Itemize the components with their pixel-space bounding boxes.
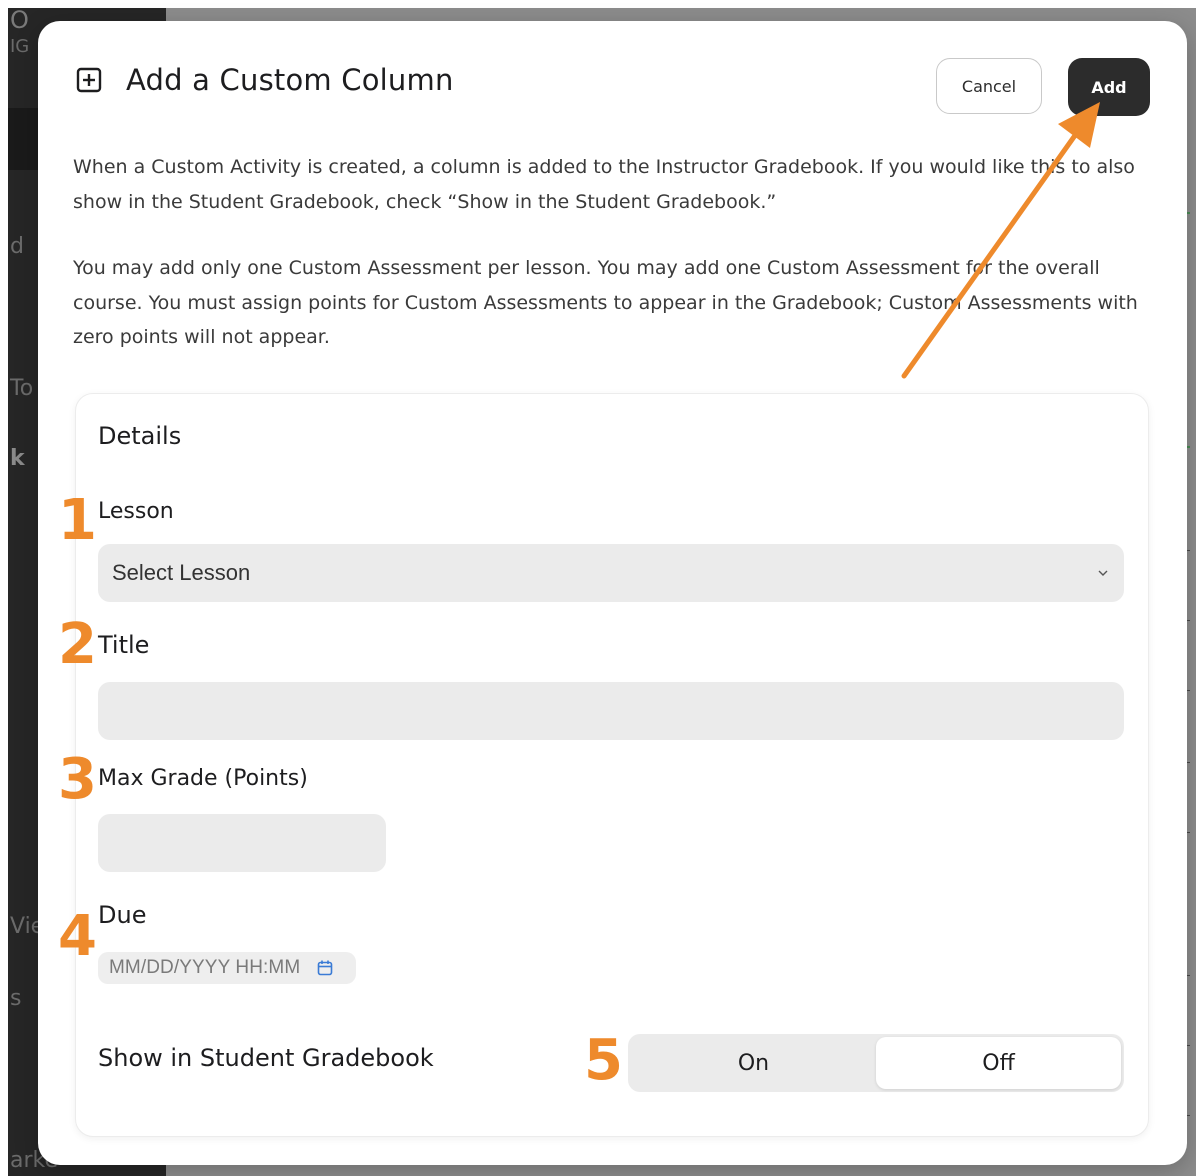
description-paragraph: When a Custom Activity is created, a col… xyxy=(73,156,1135,213)
annotation-number: 4 xyxy=(58,904,97,969)
annotation-number: 2 xyxy=(58,612,97,677)
annotation-number: 1 xyxy=(58,488,97,553)
description-paragraph: You may add only one Custom Assessment p… xyxy=(73,257,1138,348)
due-label: Due xyxy=(98,901,147,929)
background-sidebar-item: s xyxy=(10,986,22,1011)
background-sidebar-item: d xyxy=(10,234,24,259)
details-card: Details Lesson Select Lesson Title Max G… xyxy=(75,393,1149,1137)
title-input[interactable] xyxy=(98,682,1124,740)
background-logo-subtext: IG xyxy=(10,36,30,57)
toggle-off-option[interactable]: Off xyxy=(876,1037,1121,1089)
modal-title: Add a Custom Column xyxy=(126,63,454,97)
lesson-label: Lesson xyxy=(98,499,174,524)
cancel-button[interactable]: Cancel xyxy=(936,58,1042,114)
annotation-number: 3 xyxy=(58,747,97,812)
max-grade-label: Max Grade (Points) xyxy=(98,766,308,791)
background-sidebar-item: k xyxy=(10,446,25,471)
lesson-select[interactable]: Select Lesson xyxy=(98,544,1124,602)
toggle-on-option[interactable]: On xyxy=(631,1037,876,1089)
calendar-icon[interactable] xyxy=(316,959,334,977)
due-datetime-input[interactable]: MM/DD/YYYY HH:MM xyxy=(98,952,356,984)
max-grade-input[interactable] xyxy=(98,814,386,872)
background-sidebar-item: To xyxy=(10,376,34,401)
chevron-down-icon xyxy=(1096,566,1110,580)
title-label: Title xyxy=(98,631,150,659)
show-in-gradebook-toggle: On Off xyxy=(628,1034,1124,1092)
show-in-gradebook-label: Show in Student Gradebook xyxy=(98,1044,434,1072)
modal-header: Add a Custom Column xyxy=(76,63,454,97)
add-button[interactable]: Add xyxy=(1068,58,1150,116)
due-placeholder: MM/DD/YYYY HH:MM xyxy=(109,957,301,978)
details-title: Details xyxy=(98,422,182,450)
background-logo: O xyxy=(10,6,29,34)
annotation-number: 5 xyxy=(584,1028,623,1093)
lesson-select-value: Select Lesson xyxy=(112,560,251,585)
custom-column-modal: Add a Custom Column Cancel Add When a Cu… xyxy=(38,21,1187,1165)
plus-square-icon xyxy=(76,67,102,93)
